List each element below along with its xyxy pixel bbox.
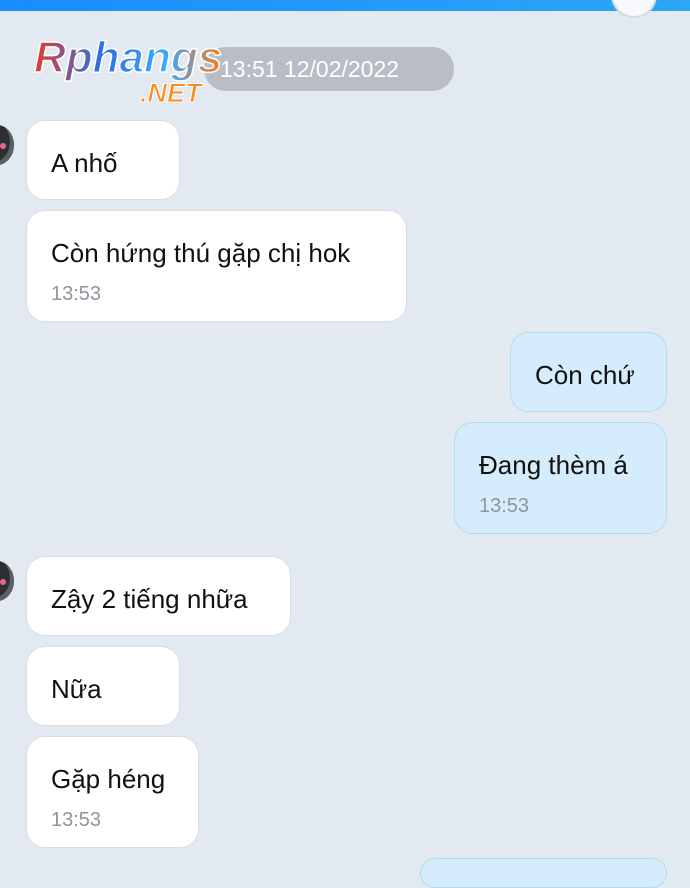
sender-avatar-icon[interactable] — [0, 561, 14, 601]
watermark-line1: Rphangs — [34, 33, 222, 82]
watermark-logo: Rphangs .NET — [33, 32, 223, 108]
partner-avatar-icon[interactable] — [611, 0, 657, 18]
message-text: Còn chứ — [535, 360, 635, 390]
message-bubble-outgoing[interactable]: Đang thèm á 13:53 — [454, 422, 667, 534]
sender-avatar-icon[interactable] — [0, 125, 14, 165]
message-text: Gặp héng — [51, 764, 166, 794]
message-bubble-incoming[interactable]: Còn hứng thú gặp chị hok 13:53 — [26, 210, 407, 322]
message-bubble-incoming[interactable]: A nhố — [26, 120, 180, 200]
top-accent-bar — [0, 0, 690, 11]
message-text: A nhố — [51, 148, 118, 178]
message-text: Nữa — [51, 674, 102, 704]
message-bubble-incoming[interactable]: Nữa — [26, 646, 180, 726]
message-timestamp: 13:53 — [479, 495, 530, 517]
watermark-line2: .NET — [140, 78, 204, 108]
message-text: Zậy 2 tiếng nhữa — [51, 584, 248, 614]
message-timestamp: 13:53 — [51, 809, 102, 831]
message-text: Đang thèm á — [479, 450, 628, 480]
message-bubble-incoming[interactable]: Gặp héng 13:53 — [26, 736, 199, 848]
message-text: Còn hứng thú gặp chị hok — [51, 238, 351, 268]
message-bubble-outgoing-partial[interactable] — [420, 858, 667, 888]
message-bubble-outgoing[interactable]: Còn chứ — [510, 332, 667, 412]
message-timestamp: 13:53 — [51, 283, 102, 305]
message-bubble-incoming[interactable]: Zậy 2 tiếng nhữa — [26, 556, 291, 636]
